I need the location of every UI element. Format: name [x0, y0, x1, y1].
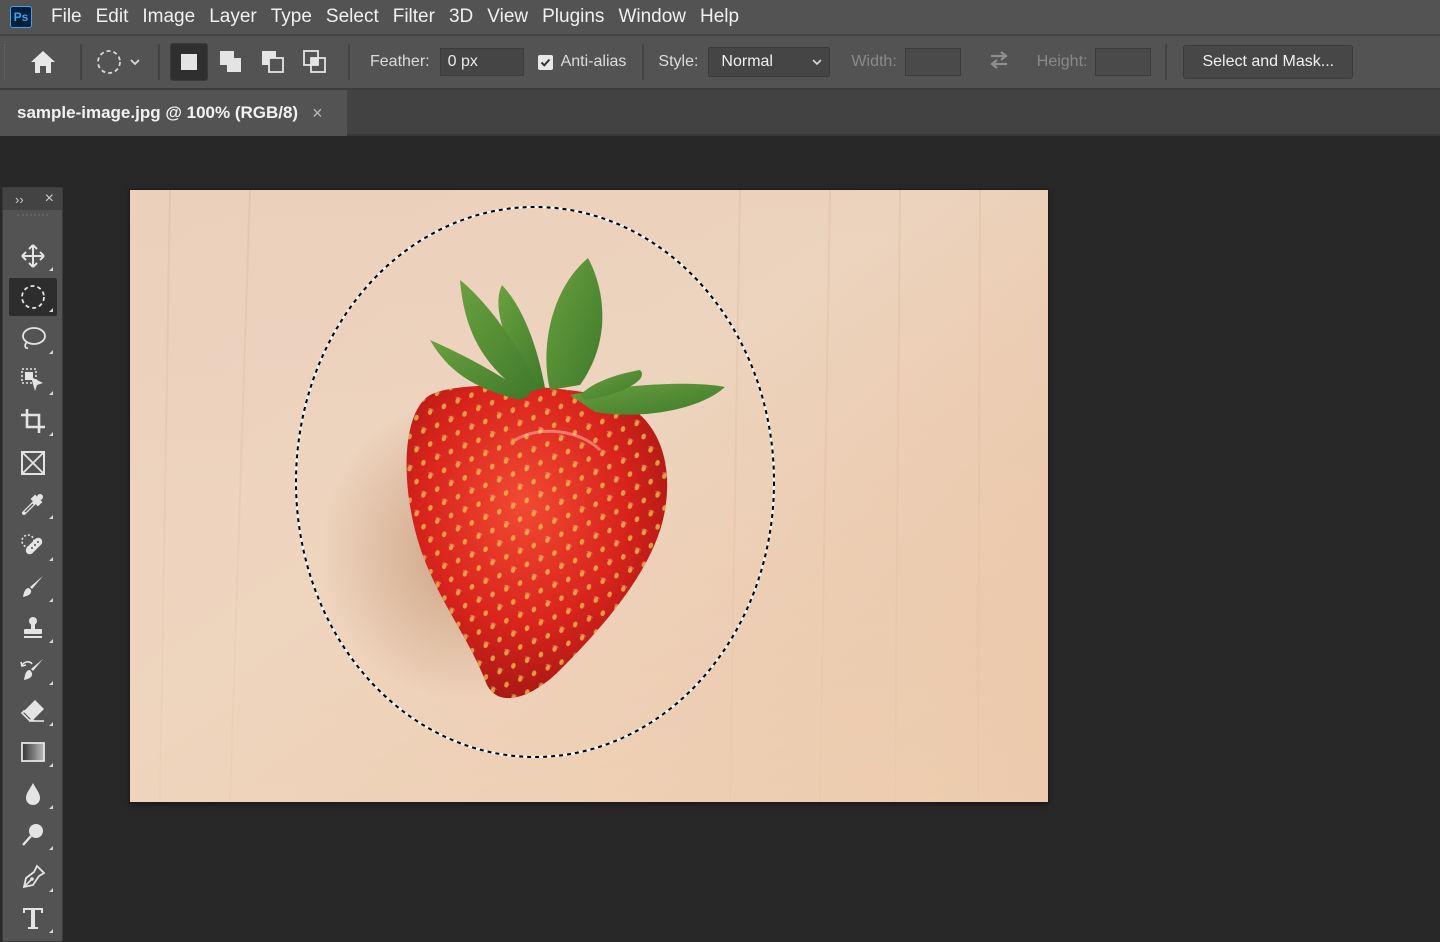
- menu-select[interactable]: Select: [319, 0, 386, 34]
- options-bar: Feather: 0 px Anti-alias Style: Normal W…: [0, 34, 1440, 90]
- menu-image[interactable]: Image: [135, 0, 202, 34]
- anti-alias-label: Anti-alias: [560, 53, 627, 70]
- crop-tool[interactable]: [9, 402, 57, 440]
- toolbox-panel: ›› ×: [2, 187, 63, 942]
- subtract-from-selection-icon: [262, 51, 284, 73]
- menu-plugins[interactable]: Plugins: [535, 0, 611, 34]
- document-tab-bar: sample-image.jpg @ 100% (RGB/8) ×: [0, 90, 1440, 136]
- style-select-value: Normal: [721, 53, 773, 70]
- spot-healing-brush-tool[interactable]: [9, 527, 57, 565]
- close-tab-icon[interactable]: ×: [312, 103, 323, 124]
- brush-tool[interactable]: [9, 568, 57, 606]
- anti-alias-checkbox[interactable]: Anti-alias: [537, 53, 627, 71]
- intersect-with-selection-icon: [303, 50, 326, 73]
- blur-drop-icon: [26, 783, 40, 805]
- history-brush-tool[interactable]: [9, 651, 57, 689]
- separator: [642, 44, 645, 80]
- elliptical-marquee-tool[interactable]: [9, 278, 57, 316]
- chevron-down-icon: [812, 59, 822, 66]
- add-to-selection-button[interactable]: [212, 43, 250, 81]
- select-and-mask-button[interactable]: Select and Mask...: [1183, 45, 1354, 79]
- document-canvas[interactable]: [130, 190, 1048, 802]
- style-select[interactable]: Normal: [708, 47, 831, 77]
- spot-healing-brush-icon: [21, 534, 43, 555]
- menu-type[interactable]: Type: [264, 0, 319, 34]
- type-icon: [23, 908, 43, 929]
- menu-bar: Ps File Edit Image Layer Type Select Fil…: [0, 0, 1440, 34]
- separator: [1165, 44, 1168, 80]
- history-brush-icon: [20, 659, 43, 680]
- document-tab[interactable]: sample-image.jpg @ 100% (RGB/8) ×: [0, 90, 347, 136]
- new-selection-button[interactable]: [170, 43, 208, 81]
- menu-filter[interactable]: Filter: [386, 0, 442, 34]
- strawberry-photo: [130, 190, 1048, 802]
- separator: [158, 44, 160, 80]
- toolbox-grip[interactable]: [17, 214, 48, 226]
- checkbox-checked-icon: [537, 54, 553, 70]
- tool-preset-picker[interactable]: [92, 43, 126, 81]
- crop-icon: [21, 409, 45, 433]
- intersect-with-selection-button[interactable]: [296, 43, 334, 81]
- menu-file[interactable]: File: [44, 0, 89, 34]
- lasso-icon: [22, 327, 46, 350]
- pen-tool[interactable]: [9, 858, 57, 896]
- options-bar-grip[interactable]: [4, 44, 10, 80]
- menu-3d[interactable]: 3D: [442, 0, 480, 34]
- home-button[interactable]: [24, 43, 62, 81]
- style-label: Style:: [658, 53, 699, 70]
- height-label: Height:: [1036, 53, 1088, 70]
- photoshop-logo[interactable]: Ps: [10, 6, 32, 28]
- home-icon: [31, 51, 55, 73]
- height-input[interactable]: [1095, 48, 1152, 76]
- dodge-icon: [22, 824, 43, 846]
- menu-window[interactable]: Window: [611, 0, 693, 34]
- move-tool[interactable]: [9, 237, 57, 275]
- eyedropper-tool[interactable]: [9, 485, 57, 523]
- lasso-tool[interactable]: [9, 320, 57, 358]
- eyedropper-icon: [22, 494, 43, 515]
- type-tool[interactable]: [9, 899, 57, 937]
- menu-layer[interactable]: Layer: [202, 0, 264, 34]
- object-selection-tool[interactable]: [9, 361, 57, 399]
- toolbox-header[interactable]: ›› ×: [3, 188, 62, 210]
- pen-icon: [22, 864, 46, 889]
- separator: [348, 44, 350, 80]
- elliptical-marquee-icon: [21, 285, 45, 309]
- chevron-down-icon[interactable]: [128, 57, 142, 67]
- swap-arrows-icon: [990, 50, 1008, 69]
- menu-view[interactable]: View: [480, 0, 535, 34]
- swap-width-height-button[interactable]: [987, 49, 1011, 76]
- clone-stamp-tool[interactable]: [9, 609, 57, 647]
- brush-icon: [23, 576, 43, 597]
- separator: [80, 44, 82, 80]
- gradient-tool[interactable]: [9, 733, 57, 771]
- object-selection-icon: [21, 368, 43, 391]
- feather-label: Feather:: [370, 53, 430, 70]
- frame-tool[interactable]: [9, 444, 57, 482]
- document-tab-title: sample-image.jpg @ 100% (RGB/8): [17, 103, 299, 122]
- subtract-from-selection-button[interactable]: [254, 43, 292, 81]
- menu-help[interactable]: Help: [693, 0, 746, 34]
- feather-input[interactable]: 0 px: [439, 48, 524, 76]
- eraser-icon: [20, 700, 44, 722]
- gradient-icon: [21, 742, 45, 762]
- menu-edit[interactable]: Edit: [89, 0, 136, 34]
- eraser-tool[interactable]: [9, 692, 57, 730]
- new-selection-icon: [181, 54, 197, 70]
- move-icon: [21, 244, 45, 268]
- add-to-selection-icon: [220, 51, 241, 72]
- clone-stamp-icon: [24, 617, 42, 638]
- width-input[interactable]: [904, 48, 961, 76]
- close-panel-icon[interactable]: ×: [45, 190, 54, 208]
- blur-tool[interactable]: [9, 775, 57, 813]
- frame-icon: [21, 451, 45, 475]
- elliptical-marquee-icon: [97, 50, 121, 74]
- expand-panel-icon[interactable]: ››: [15, 192, 24, 207]
- width-label: Width:: [851, 53, 897, 70]
- dodge-tool[interactable]: [9, 816, 57, 854]
